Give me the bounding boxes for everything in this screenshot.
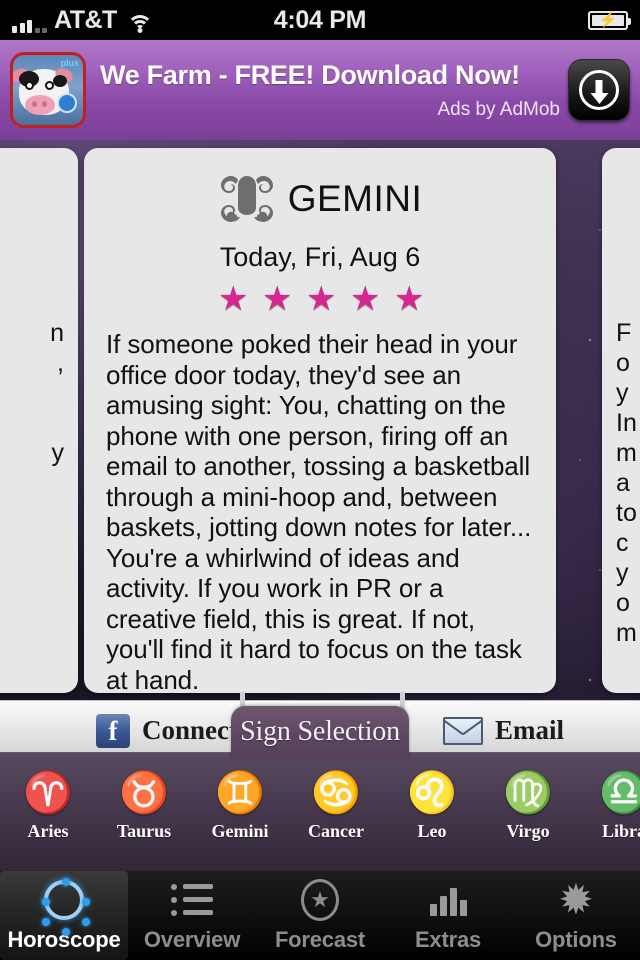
rating-stars: ★ ★ ★ ★ ★ bbox=[84, 280, 556, 318]
battery-charging-icon: ⚡ bbox=[588, 10, 631, 30]
sign-cell-leo[interactable]: ♌ Leo bbox=[384, 753, 480, 842]
tab-horoscope[interactable]: Horoscope bbox=[0, 871, 128, 960]
horoscope-card[interactable]: GEMINI Today, Fri, Aug 6 ★ ★ ★ ★ ★ If someon… bbox=[84, 148, 556, 693]
sign-selection-handle[interactable]: Sign Selection bbox=[231, 706, 409, 758]
sign-cell-cancer[interactable]: ♋ Cancer bbox=[288, 753, 384, 842]
horoscope-date: Today, Fri, Aug 6 bbox=[219, 242, 421, 272]
horoscope-card-carousel[interactable]: n , y GEMINI Today, Fri, Aug 6 ★ ★ ★ ★ ★… bbox=[0, 148, 640, 748]
aries-ram-icon: ♈ bbox=[23, 771, 73, 815]
sign-label: Leo bbox=[417, 821, 447, 841]
rating-star: ★ bbox=[306, 280, 337, 318]
sign-label: Libra bbox=[601, 821, 640, 841]
tab-overview[interactable]: Overview bbox=[128, 871, 256, 960]
sign-label: Virgo bbox=[506, 821, 550, 841]
admob-ad-banner[interactable]: plus We Farm - FREE! Download Now! Ads b… bbox=[0, 40, 640, 140]
virgo-icon: ♍ bbox=[503, 771, 553, 815]
rating-star: ★ bbox=[218, 280, 249, 318]
tab-label: Overview bbox=[143, 926, 241, 952]
libra-scales-icon: ♎ bbox=[576, 767, 640, 819]
cow-snout bbox=[25, 95, 55, 115]
tab-options[interactable]: ✹ Options bbox=[512, 871, 640, 960]
ad-attribution: Ads by AdMob bbox=[437, 98, 560, 120]
next-card-text: F o y In m a to c y o m bbox=[616, 319, 637, 647]
sign-title: GEMINI bbox=[287, 178, 423, 219]
app-icon-plus-badge: plus bbox=[60, 58, 79, 68]
facebook-icon: f bbox=[96, 713, 130, 748]
star-burst-icon: ✹ bbox=[558, 875, 594, 923]
next-sign-card[interactable]: F o y In m a to c y o m bbox=[602, 148, 640, 693]
cow-nostril-right bbox=[42, 101, 47, 107]
status-time: 4:04 PM bbox=[273, 5, 367, 34]
gemini-twins-icon: ♊ bbox=[215, 771, 265, 815]
sign-cell-aries[interactable]: ♈ Aries bbox=[0, 753, 96, 842]
previous-card-text: n , y bbox=[50, 319, 64, 467]
taurus-bull-icon: ♉ bbox=[119, 771, 169, 815]
sign-cell-gemini[interactable]: ♊ Gemini bbox=[192, 753, 288, 842]
tab-label: Forecast bbox=[274, 926, 366, 952]
sign-label: Aries bbox=[27, 821, 69, 841]
cow-nostril-left bbox=[32, 101, 37, 107]
bullet-list-icon bbox=[171, 879, 213, 921]
tab-label: Extras bbox=[414, 926, 482, 952]
previous-sign-card[interactable]: n , y bbox=[0, 148, 78, 693]
sign-cell-taurus[interactable]: ♉ Taurus bbox=[96, 753, 192, 842]
we-farm-cow-app-icon[interactable]: plus bbox=[10, 52, 86, 128]
rating-star: ★ bbox=[394, 280, 425, 318]
cow-spot-2 bbox=[53, 75, 67, 87]
ad-text-block: We Farm - FREE! Download Now! Ads by AdM… bbox=[86, 60, 568, 121]
email-button[interactable]: Email bbox=[442, 715, 564, 746]
tab-label: Options bbox=[535, 926, 617, 952]
download-arrow-icon[interactable] bbox=[568, 59, 630, 121]
rating-star: ★ bbox=[350, 280, 381, 318]
facebook-connect-button[interactable]: f Connect bbox=[96, 713, 238, 748]
leo-lion-icon: ♌ bbox=[407, 771, 457, 815]
rating-star: ★ bbox=[262, 280, 293, 318]
sign-selection-strip[interactable]: ♈ Aries ♉ Taurus ♊ Gemini ♋ Cancer ♌ Leo ♍ Virgo ♎Li… bbox=[0, 752, 640, 870]
sign-selection-label: Sign Selection bbox=[240, 716, 400, 747]
gemini-twins-icon bbox=[218, 170, 276, 228]
sign-cell-virgo[interactable]: ♍ Virgo bbox=[480, 753, 576, 842]
facebook-connect-label: Connect bbox=[142, 715, 238, 745]
bar-chart-icon bbox=[429, 879, 467, 921]
status-bar: AT&T 4:04 PM ⚡ bbox=[0, 0, 640, 40]
tab-bar[interactable]: Horoscope Overview ★ Forecast Extras ✹ Options bbox=[0, 870, 640, 960]
tab-extras[interactable]: Extras bbox=[384, 871, 512, 960]
email-label: Email bbox=[494, 715, 564, 745]
sign-label: Gemini bbox=[211, 821, 269, 841]
cancer-crab-icon: ♋ bbox=[311, 771, 361, 815]
sign-label: Cancer bbox=[308, 821, 364, 841]
star-circle-icon: ★ bbox=[301, 878, 339, 921]
blue-ribbon-badge bbox=[57, 93, 77, 113]
cow-eye-left bbox=[25, 81, 34, 90]
sign-label: Taurus bbox=[116, 821, 172, 841]
cow-eye-right bbox=[45, 81, 54, 90]
sign-header: GEMINI bbox=[84, 148, 556, 228]
tab-forecast[interactable]: ★ Forecast bbox=[256, 871, 384, 960]
horoscope-text: If someone poked their head in your offi… bbox=[106, 329, 532, 693]
sign-cell-libra[interactable]: ♎Libra bbox=[576, 753, 640, 842]
ad-title: We Farm - FREE! Download Now! bbox=[100, 59, 520, 90]
envelope-icon bbox=[442, 716, 483, 745]
zodiac-wheel-icon bbox=[42, 877, 90, 936]
